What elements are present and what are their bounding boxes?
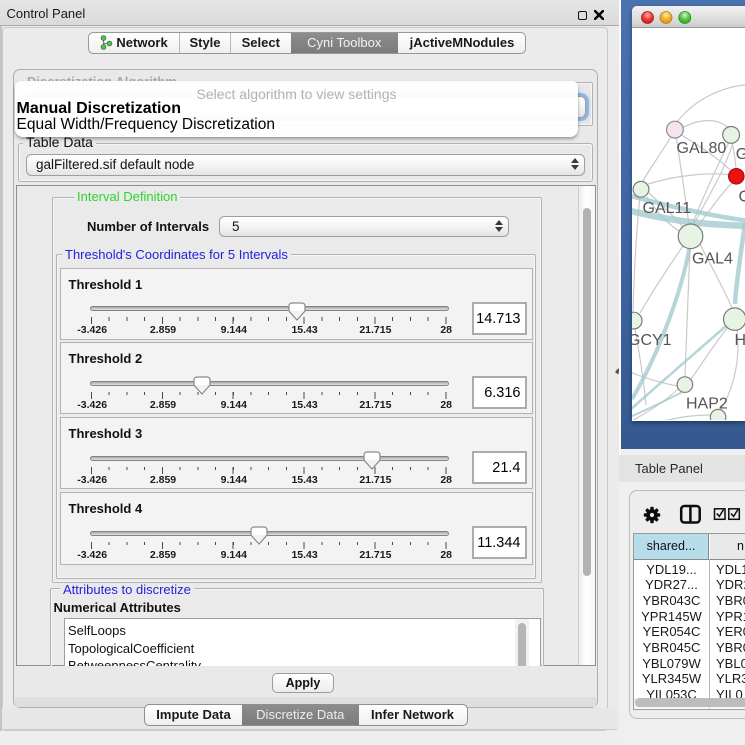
svg-text:GA: GA bbox=[736, 146, 745, 163]
svg-text:GAL4: GAL4 bbox=[692, 251, 733, 268]
svg-text:GAL80: GAL80 bbox=[677, 140, 727, 157]
svg-text:H: H bbox=[735, 332, 745, 349]
svg-text:GCY1: GCY1 bbox=[632, 332, 672, 349]
svg-text:C: C bbox=[739, 189, 745, 206]
svg-text:HAP2: HAP2 bbox=[686, 396, 728, 413]
svg-text:GAL11: GAL11 bbox=[643, 200, 692, 217]
